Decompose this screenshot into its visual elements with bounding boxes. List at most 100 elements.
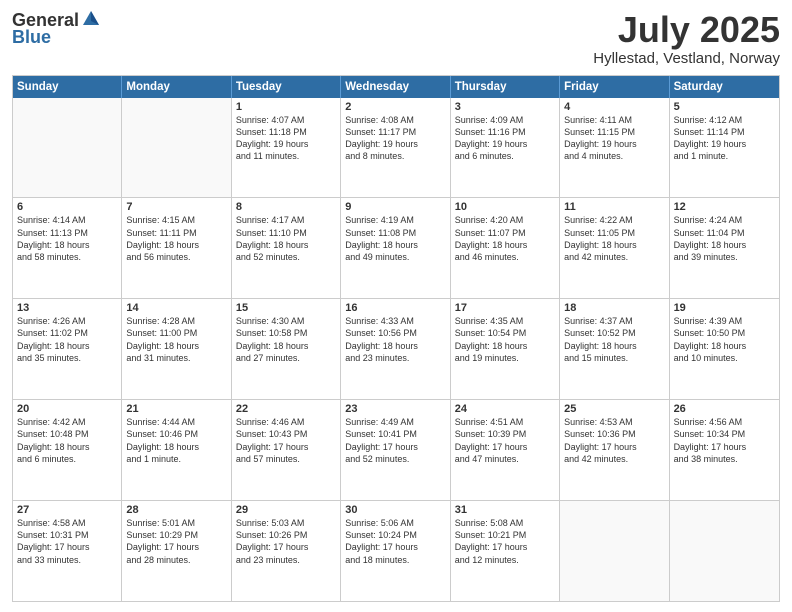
calendar-cell: 7Sunrise: 4:15 AM Sunset: 11:11 PM Dayli… [122, 198, 231, 298]
calendar-cell: 24Sunrise: 4:51 AM Sunset: 10:39 PM Dayl… [451, 400, 560, 500]
cell-info: Sunrise: 4:08 AM Sunset: 11:17 PM Daylig… [345, 114, 445, 163]
calendar-cell: 21Sunrise: 4:44 AM Sunset: 10:46 PM Dayl… [122, 400, 231, 500]
calendar-cell: 2Sunrise: 4:08 AM Sunset: 11:17 PM Dayli… [341, 98, 450, 198]
cell-info: Sunrise: 4:24 AM Sunset: 11:04 PM Daylig… [674, 214, 775, 263]
calendar-cell [560, 501, 669, 601]
day-number: 25 [564, 403, 664, 415]
day-number: 9 [345, 201, 445, 213]
cell-info: Sunrise: 4:14 AM Sunset: 11:13 PM Daylig… [17, 214, 117, 263]
calendar-cell [13, 98, 122, 198]
day-number: 31 [455, 504, 555, 516]
day-number: 11 [564, 201, 664, 213]
cell-info: Sunrise: 4:19 AM Sunset: 11:08 PM Daylig… [345, 214, 445, 263]
cell-info: Sunrise: 4:33 AM Sunset: 10:56 PM Daylig… [345, 315, 445, 364]
calendar-cell: 25Sunrise: 4:53 AM Sunset: 10:36 PM Dayl… [560, 400, 669, 500]
day-number: 20 [17, 403, 117, 415]
day-number: 4 [564, 101, 664, 113]
calendar-body: 1Sunrise: 4:07 AM Sunset: 11:18 PM Dayli… [13, 98, 779, 601]
cell-info: Sunrise: 4:15 AM Sunset: 11:11 PM Daylig… [126, 214, 226, 263]
day-number: 26 [674, 403, 775, 415]
calendar-row: 20Sunrise: 4:42 AM Sunset: 10:48 PM Dayl… [13, 400, 779, 501]
day-number: 14 [126, 302, 226, 314]
calendar-cell: 14Sunrise: 4:28 AM Sunset: 11:00 PM Dayl… [122, 299, 231, 399]
calendar-cell: 8Sunrise: 4:17 AM Sunset: 11:10 PM Dayli… [232, 198, 341, 298]
month-title: July 2025 [593, 10, 780, 50]
cell-info: Sunrise: 4:35 AM Sunset: 10:54 PM Daylig… [455, 315, 555, 364]
day-number: 19 [674, 302, 775, 314]
day-number: 2 [345, 101, 445, 113]
day-number: 13 [17, 302, 117, 314]
day-number: 3 [455, 101, 555, 113]
calendar-cell: 18Sunrise: 4:37 AM Sunset: 10:52 PM Dayl… [560, 299, 669, 399]
cell-info: Sunrise: 5:01 AM Sunset: 10:29 PM Daylig… [126, 517, 226, 566]
weekday-header: Friday [560, 76, 669, 98]
cell-info: Sunrise: 4:46 AM Sunset: 10:43 PM Daylig… [236, 416, 336, 465]
logo-icon [81, 7, 101, 27]
calendar-cell [670, 501, 779, 601]
calendar-cell: 10Sunrise: 4:20 AM Sunset: 11:07 PM Dayl… [451, 198, 560, 298]
calendar-cell: 19Sunrise: 4:39 AM Sunset: 10:50 PM Dayl… [670, 299, 779, 399]
cell-info: Sunrise: 4:20 AM Sunset: 11:07 PM Daylig… [455, 214, 555, 263]
title-block: July 2025 Hyllestad, Vestland, Norway [593, 10, 780, 67]
calendar-cell: 3Sunrise: 4:09 AM Sunset: 11:16 PM Dayli… [451, 98, 560, 198]
calendar-cell: 6Sunrise: 4:14 AM Sunset: 11:13 PM Dayli… [13, 198, 122, 298]
calendar-cell: 13Sunrise: 4:26 AM Sunset: 11:02 PM Dayl… [13, 299, 122, 399]
day-number: 22 [236, 403, 336, 415]
weekday-header: Sunday [13, 76, 122, 98]
calendar-cell [122, 98, 231, 198]
cell-info: Sunrise: 4:11 AM Sunset: 11:15 PM Daylig… [564, 114, 664, 163]
calendar-header: SundayMondayTuesdayWednesdayThursdayFrid… [13, 76, 779, 98]
cell-info: Sunrise: 4:37 AM Sunset: 10:52 PM Daylig… [564, 315, 664, 364]
day-number: 21 [126, 403, 226, 415]
day-number: 1 [236, 101, 336, 113]
day-number: 28 [126, 504, 226, 516]
page-container: General Blue July 2025 Hyllestad, Vestla… [0, 0, 792, 612]
day-number: 16 [345, 302, 445, 314]
cell-info: Sunrise: 4:51 AM Sunset: 10:39 PM Daylig… [455, 416, 555, 465]
cell-info: Sunrise: 4:56 AM Sunset: 10:34 PM Daylig… [674, 416, 775, 465]
weekday-header: Thursday [451, 76, 560, 98]
day-number: 12 [674, 201, 775, 213]
calendar-cell: 23Sunrise: 4:49 AM Sunset: 10:41 PM Dayl… [341, 400, 450, 500]
day-number: 10 [455, 201, 555, 213]
cell-info: Sunrise: 4:30 AM Sunset: 10:58 PM Daylig… [236, 315, 336, 364]
cell-info: Sunrise: 4:07 AM Sunset: 11:18 PM Daylig… [236, 114, 336, 163]
day-number: 29 [236, 504, 336, 516]
calendar-cell: 20Sunrise: 4:42 AM Sunset: 10:48 PM Dayl… [13, 400, 122, 500]
cell-info: Sunrise: 4:17 AM Sunset: 11:10 PM Daylig… [236, 214, 336, 263]
cell-info: Sunrise: 4:26 AM Sunset: 11:02 PM Daylig… [17, 315, 117, 364]
weekday-header: Saturday [670, 76, 779, 98]
cell-info: Sunrise: 5:03 AM Sunset: 10:26 PM Daylig… [236, 517, 336, 566]
calendar-row: 1Sunrise: 4:07 AM Sunset: 11:18 PM Dayli… [13, 98, 779, 199]
calendar-cell: 15Sunrise: 4:30 AM Sunset: 10:58 PM Dayl… [232, 299, 341, 399]
day-number: 5 [674, 101, 775, 113]
cell-info: Sunrise: 4:22 AM Sunset: 11:05 PM Daylig… [564, 214, 664, 263]
calendar-cell: 9Sunrise: 4:19 AM Sunset: 11:08 PM Dayli… [341, 198, 450, 298]
calendar-cell: 4Sunrise: 4:11 AM Sunset: 11:15 PM Dayli… [560, 98, 669, 198]
cell-info: Sunrise: 4:09 AM Sunset: 11:16 PM Daylig… [455, 114, 555, 163]
calendar-row: 27Sunrise: 4:58 AM Sunset: 10:31 PM Dayl… [13, 501, 779, 601]
day-number: 8 [236, 201, 336, 213]
calendar-cell: 17Sunrise: 4:35 AM Sunset: 10:54 PM Dayl… [451, 299, 560, 399]
day-number: 30 [345, 504, 445, 516]
calendar-cell: 28Sunrise: 5:01 AM Sunset: 10:29 PM Dayl… [122, 501, 231, 601]
calendar-cell: 5Sunrise: 4:12 AM Sunset: 11:14 PM Dayli… [670, 98, 779, 198]
day-number: 27 [17, 504, 117, 516]
header: General Blue July 2025 Hyllestad, Vestla… [12, 10, 780, 67]
calendar-cell: 31Sunrise: 5:08 AM Sunset: 10:21 PM Dayl… [451, 501, 560, 601]
day-number: 23 [345, 403, 445, 415]
logo: General Blue [12, 10, 101, 48]
calendar-row: 13Sunrise: 4:26 AM Sunset: 11:02 PM Dayl… [13, 299, 779, 400]
cell-info: Sunrise: 4:53 AM Sunset: 10:36 PM Daylig… [564, 416, 664, 465]
calendar-cell: 29Sunrise: 5:03 AM Sunset: 10:26 PM Dayl… [232, 501, 341, 601]
calendar-cell: 12Sunrise: 4:24 AM Sunset: 11:04 PM Dayl… [670, 198, 779, 298]
cell-info: Sunrise: 4:49 AM Sunset: 10:41 PM Daylig… [345, 416, 445, 465]
calendar-row: 6Sunrise: 4:14 AM Sunset: 11:13 PM Dayli… [13, 198, 779, 299]
day-number: 24 [455, 403, 555, 415]
calendar-cell: 26Sunrise: 4:56 AM Sunset: 10:34 PM Dayl… [670, 400, 779, 500]
calendar-cell: 16Sunrise: 4:33 AM Sunset: 10:56 PM Dayl… [341, 299, 450, 399]
cell-info: Sunrise: 4:58 AM Sunset: 10:31 PM Daylig… [17, 517, 117, 566]
calendar-cell: 11Sunrise: 4:22 AM Sunset: 11:05 PM Dayl… [560, 198, 669, 298]
calendar-cell: 30Sunrise: 5:06 AM Sunset: 10:24 PM Dayl… [341, 501, 450, 601]
cell-info: Sunrise: 4:12 AM Sunset: 11:14 PM Daylig… [674, 114, 775, 163]
